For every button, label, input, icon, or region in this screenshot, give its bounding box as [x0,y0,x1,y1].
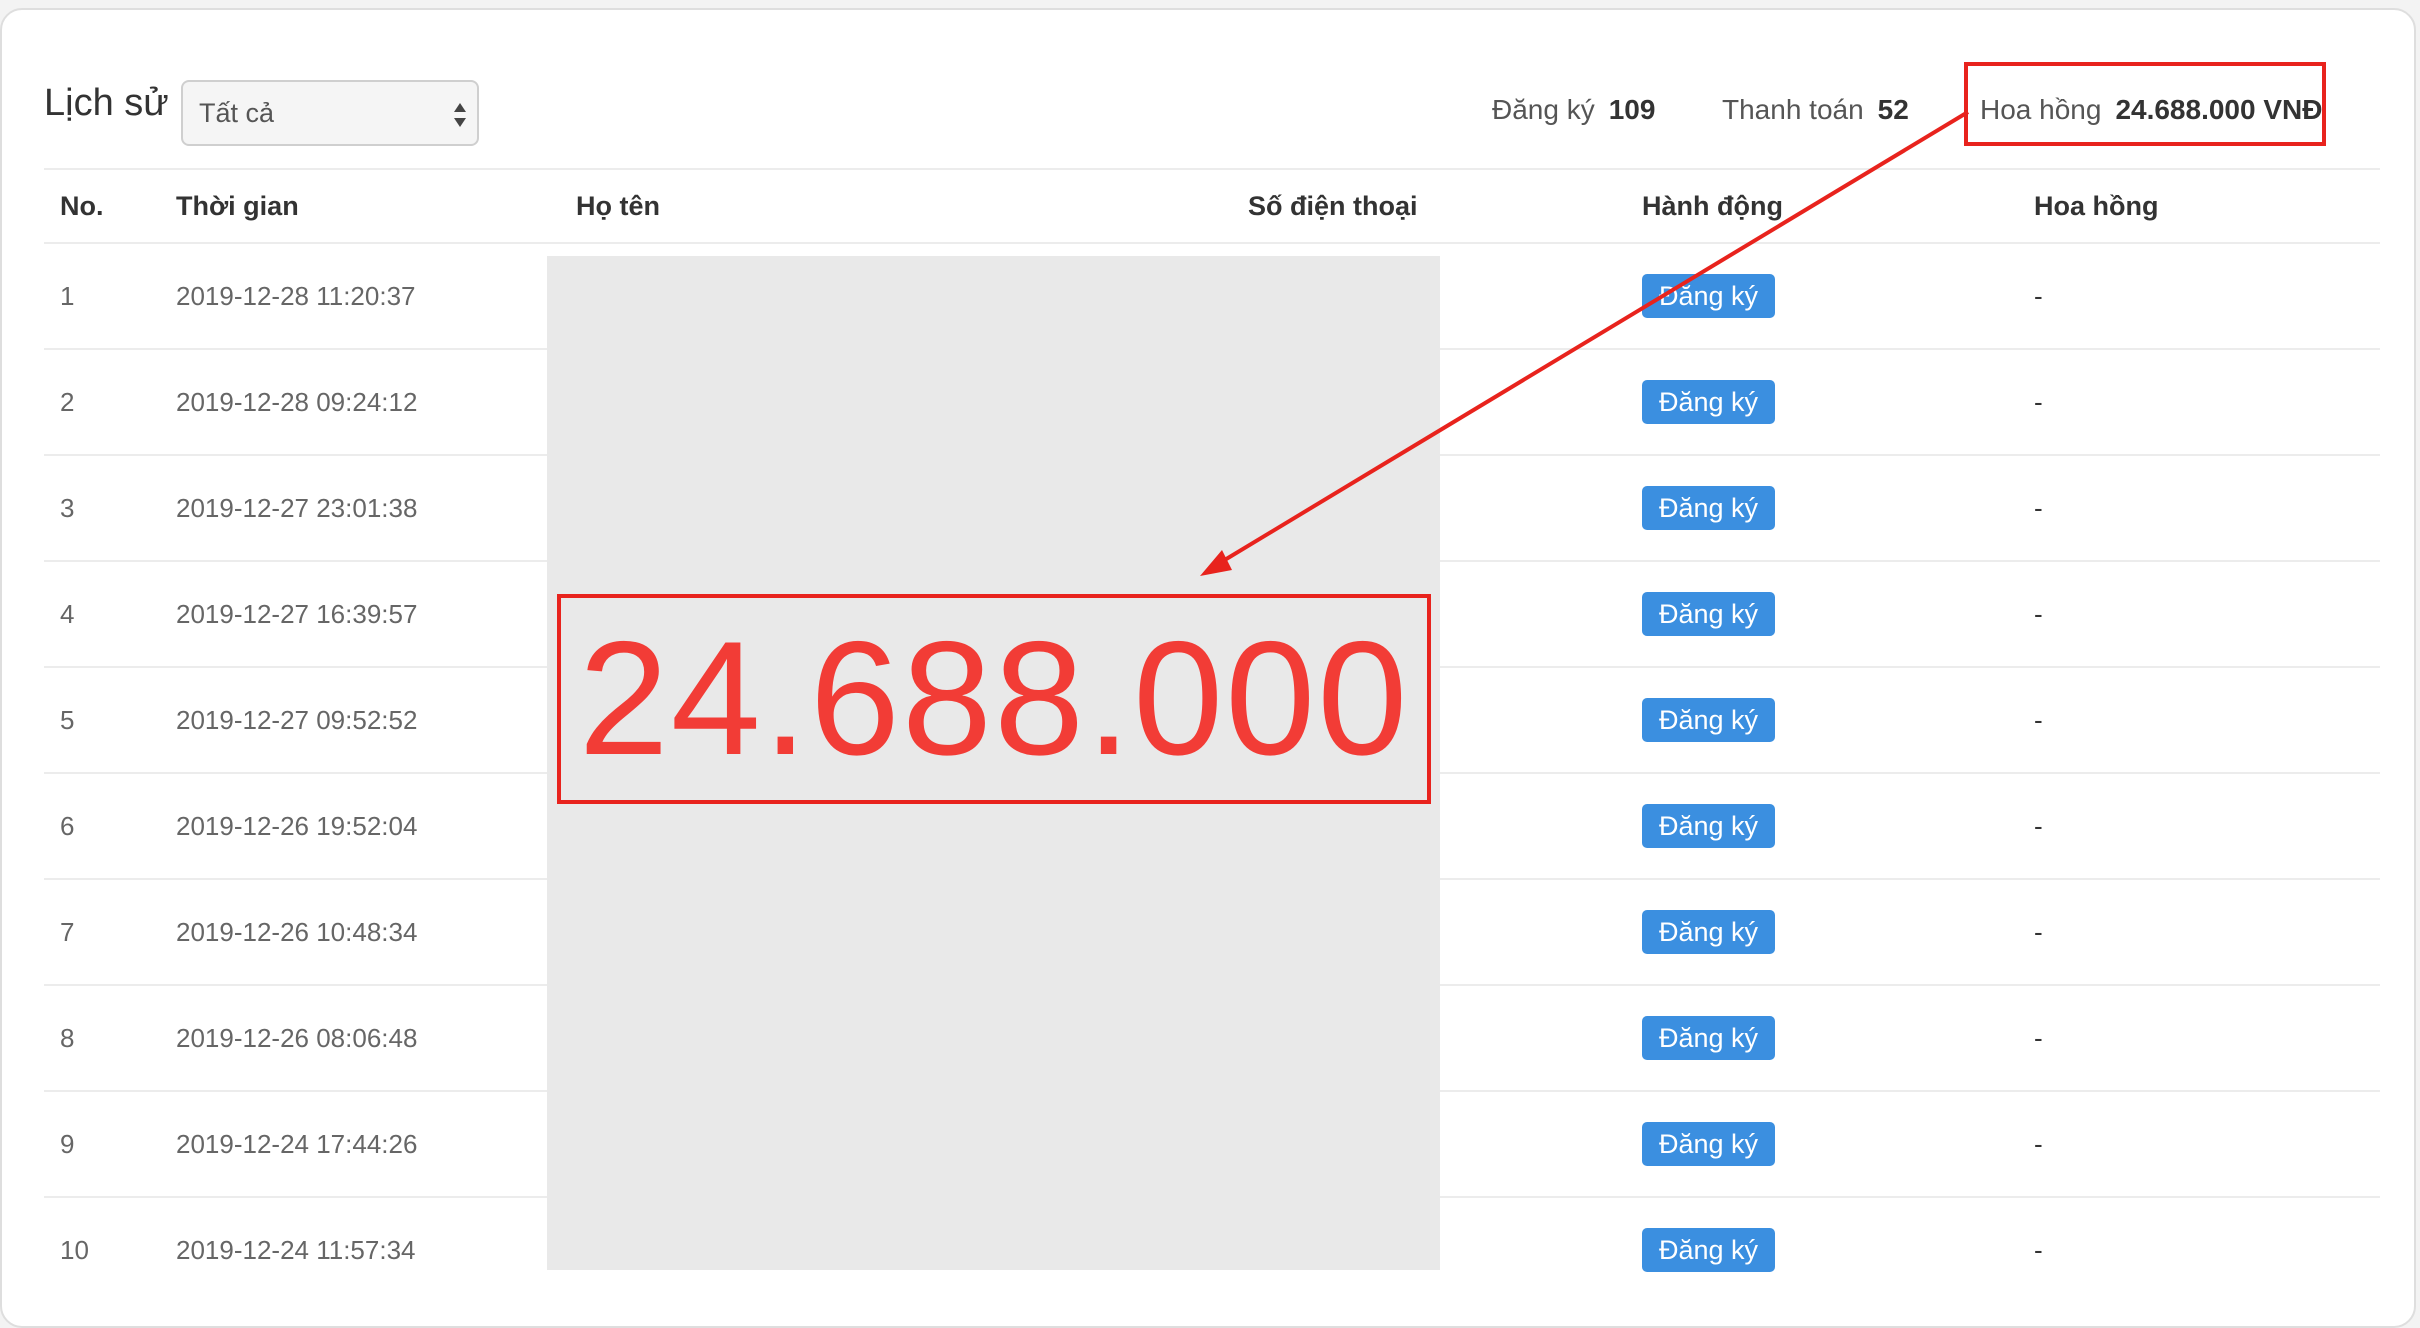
row-time: 2019-12-27 09:52:52 [176,704,418,735]
row-commission: - [2034,492,2043,523]
row-commission: - [2034,386,2043,417]
row-commission: - [2034,1022,2043,1053]
action-badge[interactable]: Đăng ký [1642,1228,1776,1272]
row-commission: - [2034,280,2043,311]
action-badge[interactable]: Đăng ký [1642,804,1776,848]
commission-highlight-box [1964,62,2326,146]
action-badge[interactable]: Đăng ký [1642,1016,1776,1060]
row-time: 2019-12-26 08:06:48 [176,1022,418,1053]
row-no: 2 [60,386,75,417]
row-time: 2019-12-24 17:44:26 [176,1128,418,1159]
action-badge[interactable]: Đăng ký [1642,274,1776,318]
row-commission: - [2034,704,2043,735]
row-no: 9 [60,1128,75,1159]
action-badge[interactable]: Đăng ký [1642,1122,1776,1166]
row-time: 2019-12-27 23:01:38 [176,492,418,523]
stat-payment: Thanh toán 52 [1722,94,1909,126]
col-header-commission: Hoa hồng [2034,190,2159,221]
row-no: 10 [60,1234,89,1265]
row-commission: - [2034,916,2043,947]
select-arrows-icon [454,103,466,127]
row-time: 2019-12-27 16:39:57 [176,598,418,629]
col-header-no: No. [60,190,104,221]
action-badge[interactable]: Đăng ký [1642,910,1776,954]
row-commission: - [2034,810,2043,841]
row-commission: - [2034,1234,2043,1265]
row-commission: - [2034,598,2043,629]
annotation-big-number: 24.688.000 [578,608,1410,789]
filter-select[interactable]: Tất cả [181,80,479,146]
action-badge[interactable]: Đăng ký [1642,486,1776,530]
row-time: 2019-12-28 09:24:12 [176,386,418,417]
row-time: 2019-12-24 11:57:34 [176,1234,416,1265]
action-badge[interactable]: Đăng ký [1642,592,1776,636]
col-header-name: Họ tên [576,190,660,221]
row-no: 8 [60,1022,75,1053]
stat-payment-label: Thanh toán [1722,94,1864,125]
filter-select-value: Tất cả [199,98,275,128]
action-badge[interactable]: Đăng ký [1642,698,1776,742]
row-no: 7 [60,916,75,947]
col-header-action: Hành động [1642,190,1783,221]
stat-payment-value: 52 [1877,94,1909,125]
row-no: 6 [60,810,75,841]
row-no: 3 [60,492,75,523]
table-header-row: No. Thời gian Họ tên Số điện thoại Hành … [44,168,2380,242]
col-header-time: Thời gian [176,190,299,221]
stat-register: Đăng ký 109 [1492,94,1655,126]
annotation-box: 24.688.000 [557,594,1431,804]
row-time: 2019-12-26 19:52:04 [176,810,418,841]
row-commission: - [2034,1128,2043,1159]
row-no: 5 [60,704,75,735]
row-time: 2019-12-28 11:20:37 [176,280,416,311]
row-time: 2019-12-26 10:48:34 [176,916,418,947]
action-badge[interactable]: Đăng ký [1642,380,1776,424]
row-no: 1 [60,280,75,311]
stat-register-value: 109 [1608,94,1656,125]
page-title: Lịch sử [44,82,169,124]
stat-register-label: Đăng ký [1492,94,1595,125]
col-header-phone: Số điện thoại [1248,190,1418,221]
row-no: 4 [60,598,75,629]
